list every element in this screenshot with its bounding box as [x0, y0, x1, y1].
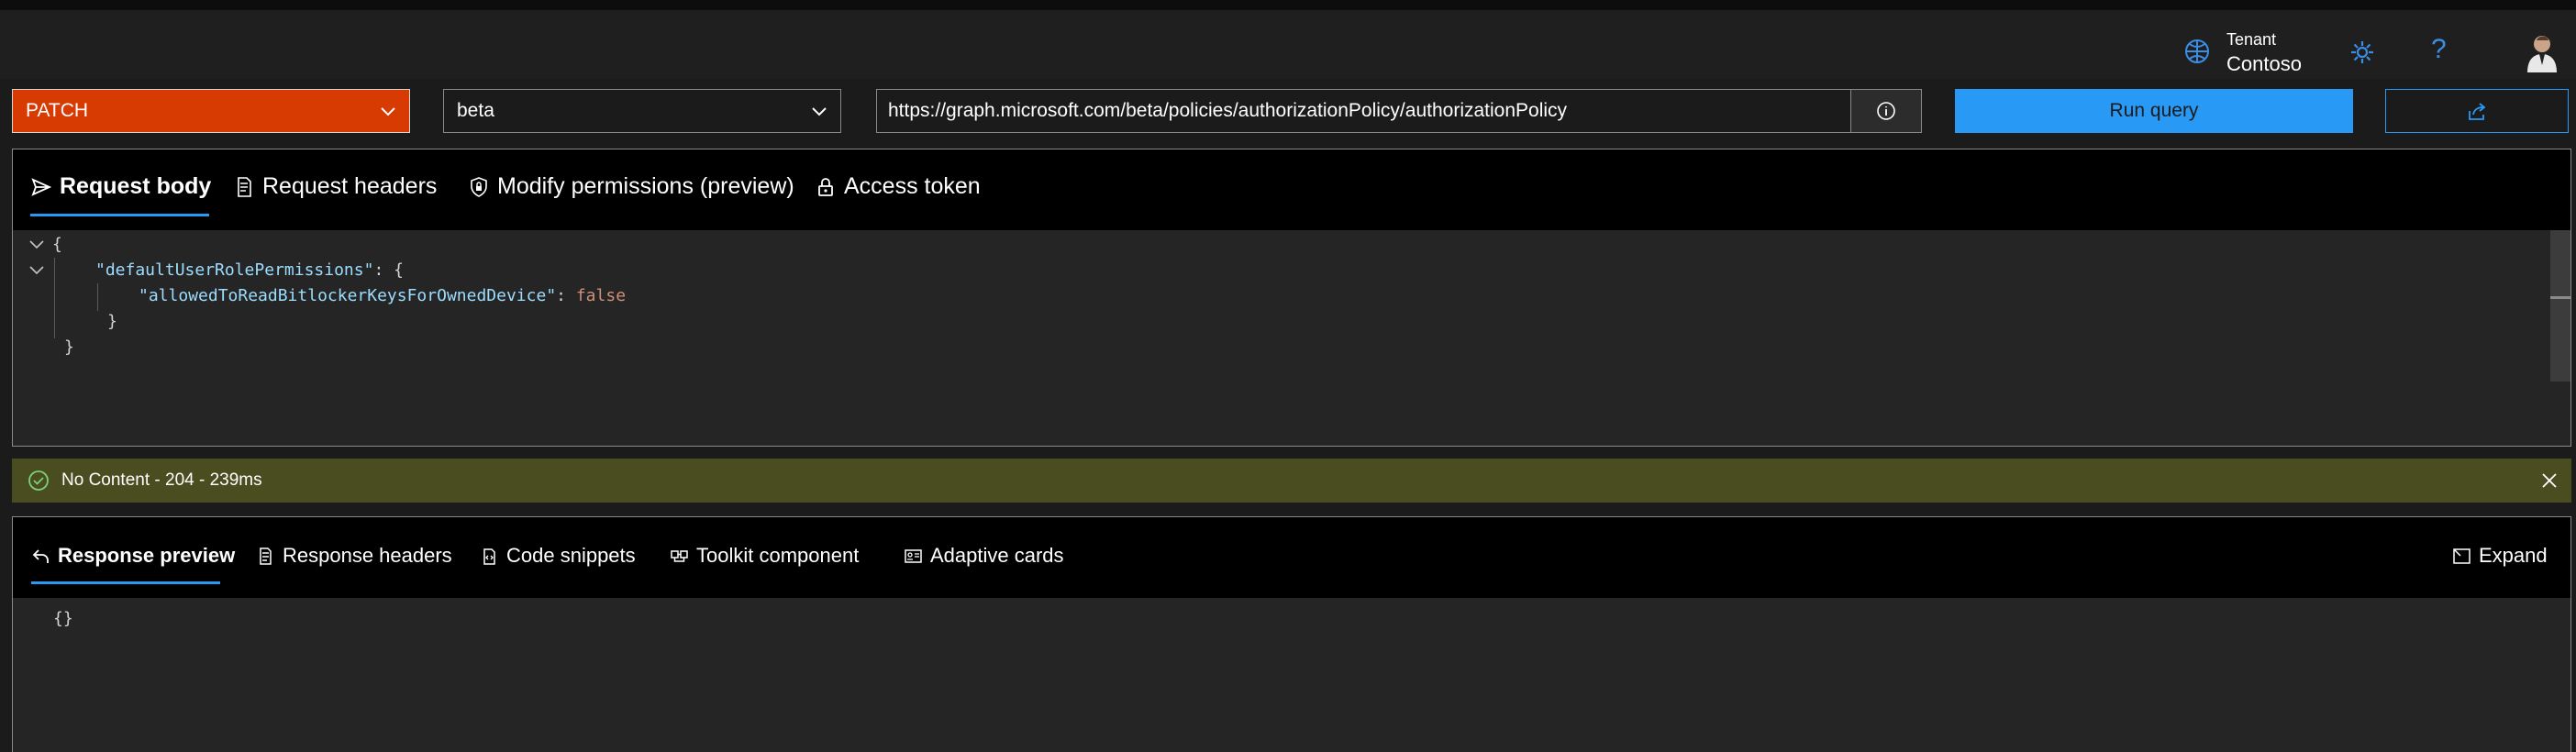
help-icon[interactable]: ?: [2431, 34, 2447, 65]
tab-adaptive-cards[interactable]: Adaptive cards: [904, 544, 1064, 568]
indent-guide: [97, 283, 98, 311]
status-bar: No Content - 204 - 239ms: [12, 459, 2571, 503]
json-boolean: false: [575, 286, 627, 305]
send-icon: [31, 177, 52, 196]
tenant-name[interactable]: Contoso: [2226, 52, 2302, 76]
code-line-1: {: [52, 235, 62, 254]
user-avatar[interactable]: [2525, 32, 2559, 72]
code-line-2: "defaultUserRolePermissions": {: [95, 260, 404, 280]
chevron-down-icon: [812, 107, 827, 116]
tenant-globe-icon[interactable]: [2182, 36, 2213, 67]
expand-label: Expand: [2479, 544, 2548, 567]
tab-request-headers[interactable]: Request headers: [233, 173, 437, 200]
code-line-5: }: [64, 337, 74, 357]
http-method-dropdown[interactable]: PATCH: [12, 89, 410, 133]
tab-label: Code snippets: [506, 544, 636, 567]
tab-label: Adaptive cards: [930, 544, 1064, 567]
tab-response-headers[interactable]: Response headers: [256, 544, 452, 568]
request-tabs: Request body Request headers Modify perm…: [13, 149, 2570, 230]
tab-modify-permissions[interactable]: Modify permissions (preview): [468, 173, 794, 200]
code-line-3: "allowedToReadBitlockerKeysForOwnedDevic…: [139, 286, 626, 305]
json-key: "allowedToReadBitlockerKeysForOwnedDevic…: [139, 286, 557, 305]
lock-icon: [818, 177, 833, 196]
toolkit-icon: [671, 549, 688, 562]
status-text: No Content - 204 - 239ms: [61, 470, 262, 490]
response-tabs: Response preview Response headers Code s…: [13, 517, 2570, 598]
response-body: {}: [53, 609, 73, 628]
expand-icon: [2453, 547, 2471, 564]
tab-label: Response headers: [283, 544, 452, 567]
tab-access-token[interactable]: Access token: [815, 173, 981, 200]
fold-chevron-icon[interactable]: [28, 262, 45, 279]
tenant-label: Tenant: [2226, 30, 2277, 49]
indent-guide: [54, 258, 55, 338]
json-punct: :: [556, 286, 576, 305]
close-icon[interactable]: [2540, 471, 2559, 490]
fold-chevron-icon[interactable]: [28, 237, 45, 253]
url-info-button[interactable]: [1850, 90, 1921, 132]
window-top-strip: [0, 0, 2576, 10]
tab-label: Access token: [844, 173, 981, 199]
json-key: "defaultUserRolePermissions": [95, 260, 374, 280]
api-version-value: beta: [457, 100, 494, 121]
settings-gear-icon[interactable]: [2348, 38, 2377, 67]
request-url-input[interactable]: https://graph.microsoft.com/beta/policie…: [876, 89, 1922, 133]
editor-scrollbar[interactable]: [2550, 230, 2570, 382]
code-icon: [483, 547, 495, 565]
top-header: Tenant Contoso ?: [0, 10, 2576, 79]
tab-request-body[interactable]: Request body: [30, 173, 211, 200]
share-icon: [2469, 103, 2486, 120]
tab-label: Request headers: [262, 173, 438, 199]
code-line-4: }: [107, 312, 117, 331]
api-version-dropdown[interactable]: beta: [443, 89, 841, 133]
tab-response-preview[interactable]: Response preview: [31, 544, 235, 568]
request-panel: Request body Request headers Modify perm…: [12, 149, 2571, 447]
success-check-icon: [28, 470, 49, 491]
json-punct: : {: [373, 260, 404, 280]
scrollbar-marker: [2550, 296, 2570, 299]
share-query-button[interactable]: [2385, 89, 2569, 133]
run-query-button[interactable]: Run query: [1955, 89, 2353, 133]
document-icon: [260, 547, 272, 565]
request-url-text: https://graph.microsoft.com/beta/policie…: [888, 100, 1568, 121]
active-tab-underline: [30, 214, 209, 216]
info-icon: [1877, 102, 1895, 120]
tab-label: Response preview: [58, 544, 236, 567]
document-icon: [238, 176, 251, 197]
tab-label: Modify permissions (preview): [497, 173, 794, 199]
tab-toolkit-component[interactable]: Toolkit component: [670, 544, 859, 568]
tab-label: Request body: [60, 173, 212, 199]
expand-button[interactable]: Expand: [2452, 544, 2548, 568]
shield-lock-icon: [471, 176, 487, 197]
back-arrow-icon: [32, 548, 49, 563]
card-icon: [905, 548, 922, 563]
http-method-value: PATCH: [26, 100, 89, 121]
tab-code-snippets[interactable]: Code snippets: [480, 544, 636, 568]
chevron-down-icon: [381, 107, 395, 116]
request-body-editor[interactable]: { "defaultUserRolePermissions": { "allow…: [13, 230, 2570, 446]
tab-label: Toolkit component: [696, 544, 860, 567]
response-panel: Response preview Response headers Code s…: [12, 516, 2571, 752]
active-tab-underline: [31, 581, 220, 584]
